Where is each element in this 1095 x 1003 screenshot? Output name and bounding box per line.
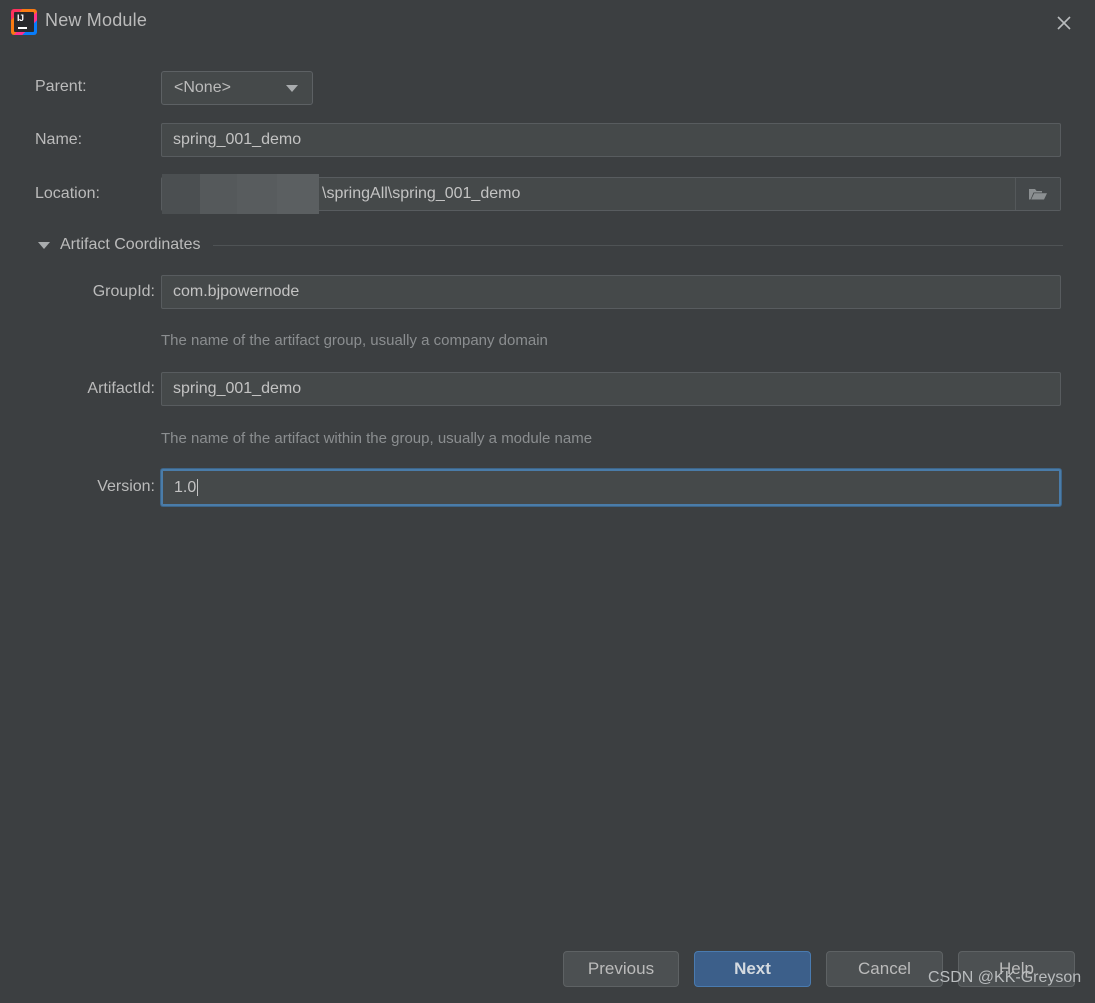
- artifact-id-input-value: spring_001_demo: [173, 380, 302, 397]
- artifact-id-input[interactable]: spring_001_demo: [161, 372, 1061, 406]
- group-id-input-value: com.bjpowernode: [173, 283, 300, 300]
- version-input-value: 1.0: [174, 478, 197, 496]
- group-id-hint: The name of the artifact group, usually …: [161, 332, 548, 349]
- artifact-id-hint: The name of the artifact within the grou…: [161, 430, 593, 447]
- location-label: Location:: [35, 185, 100, 202]
- previous-button[interactable]: Previous: [563, 951, 679, 987]
- parent-dropdown-value: <None>: [174, 79, 231, 96]
- version-label: Version:: [97, 478, 155, 495]
- location-input[interactable]: \springAll\spring_001_demo: [161, 174, 1061, 214]
- close-icon[interactable]: [1051, 10, 1077, 36]
- name-label: Name:: [35, 131, 83, 148]
- triangle-down-icon: [38, 241, 50, 249]
- chevron-down-icon: [286, 84, 298, 92]
- cancel-button[interactable]: Cancel: [826, 951, 943, 987]
- dialog-titlebar: IJ New Module: [0, 0, 1095, 45]
- dialog-title: New Module: [45, 10, 148, 30]
- artifact-coordinates-section-header[interactable]: Artifact Coordinates: [38, 234, 1063, 256]
- parent-label: Parent:: [35, 78, 87, 95]
- intellij-idea-logo: IJ: [11, 9, 37, 35]
- location-input-value: \springAll\spring_001_demo: [322, 185, 521, 202]
- folder-open-icon[interactable]: [1015, 178, 1060, 210]
- name-input[interactable]: spring_001_demo: [161, 123, 1061, 157]
- group-id-input[interactable]: com.bjpowernode: [161, 275, 1061, 309]
- next-button[interactable]: Next: [694, 951, 811, 987]
- version-input[interactable]: 1.0: [161, 469, 1061, 506]
- artifact-id-label: ArtifactId:: [87, 380, 155, 397]
- location-redaction-overlay: [162, 174, 319, 214]
- section-divider: [212, 244, 1063, 246]
- parent-dropdown[interactable]: <None>: [161, 71, 313, 105]
- help-button[interactable]: Help: [958, 951, 1075, 987]
- group-id-label: GroupId:: [92, 283, 155, 300]
- name-input-value: spring_001_demo: [173, 131, 302, 148]
- text-caret: [197, 479, 199, 496]
- artifact-coordinates-title: Artifact Coordinates: [60, 236, 201, 253]
